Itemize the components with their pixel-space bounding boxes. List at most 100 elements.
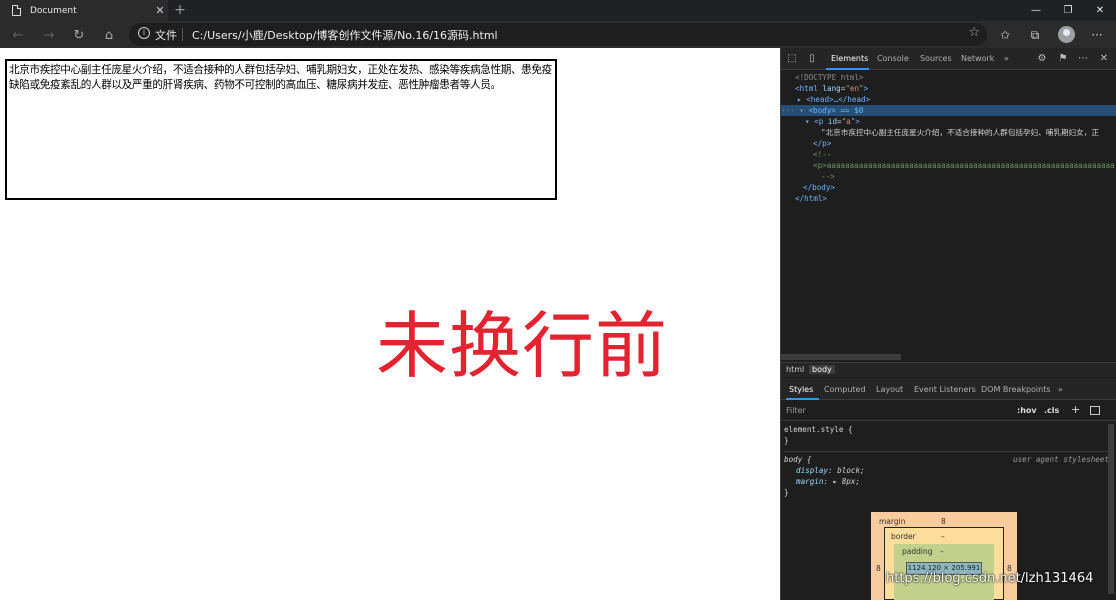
collections-icon[interactable]: ⧉ <box>1026 26 1044 44</box>
active-subtab-indicator <box>786 398 819 400</box>
dom-head-text: <head>…</head> <box>806 95 871 104</box>
display-value: block; <box>837 466 865 475</box>
element-style-selector: element.style { <box>784 425 853 434</box>
breadcrumb: html body <box>781 362 1116 377</box>
margin-label: margin <box>879 517 906 526</box>
watermark: https://blog.csdn.net/lzh131464 <box>886 571 1094 586</box>
close-window-button[interactable]: ✕ <box>1084 0 1116 21</box>
dom-html-close[interactable]: </html> <box>795 193 827 204</box>
dom-comment-close[interactable]: --> <box>821 171 835 182</box>
settings-gear-icon[interactable]: ⚙ <box>1036 53 1048 65</box>
margin-property: margin <box>796 477 824 486</box>
subtab-more[interactable]: » <box>1058 385 1063 394</box>
dom-html-attr: lang <box>822 84 841 93</box>
dom-doctype[interactable]: <!DOCTYPE html> <box>795 72 864 83</box>
address-url[interactable]: C:/Users/小鹿/Desktop/博客创作文件源/No.16/16源码.h… <box>192 27 498 43</box>
dom-html-attr-value: "en" <box>845 84 864 93</box>
body-style-rule[interactable]: body { user agent stylesheet display: bl… <box>784 451 1109 498</box>
subtab-dom-breakpoints[interactable]: DOM Breakpoints <box>981 385 1051 394</box>
cls-toggle[interactable]: .cls <box>1044 406 1059 415</box>
device-toolbar-icon[interactable]: ▯ <box>806 53 818 65</box>
breadcrumb-html[interactable]: html <box>786 365 804 374</box>
dom-comment-open[interactable]: <!-- <box>813 149 831 160</box>
home-icon[interactable]: ⌂ <box>100 26 118 44</box>
favorite-star-icon[interactable]: ☆ <box>968 25 980 40</box>
subtab-computed[interactable]: Computed <box>824 385 866 394</box>
address-scheme-label: 文件 <box>155 29 177 42</box>
address-divider <box>182 28 183 41</box>
tab-console[interactable]: Console <box>877 54 909 63</box>
address-bar[interactable]: i 文件 C:/Users/小鹿/Desktop/博客创作文件源/No.16/1… <box>129 23 987 46</box>
padding-label: padding <box>902 547 933 556</box>
element-style-rule[interactable]: element.style { } <box>784 424 1109 446</box>
dom-html-open[interactable]: <html lang="en"> <box>795 83 868 94</box>
info-icon[interactable]: i <box>138 27 150 39</box>
styles-subtabs: Styles Computed Layout Event Listeners D… <box>781 378 1116 400</box>
subtab-styles[interactable]: Styles <box>789 385 813 394</box>
margin-top-value: 8 <box>941 517 946 526</box>
new-tab-button[interactable]: + <box>172 1 188 19</box>
hov-toggle[interactable]: :hov <box>1017 406 1037 415</box>
tab-close-icon[interactable]: ✕ <box>152 4 168 17</box>
dom-p-tag: p <box>818 117 824 126</box>
dom-p-close[interactable]: </p> <box>813 138 831 149</box>
page-viewport: 北京市疾控中心副主任庞星火介绍，不适合接种的人群包括孕妇、哺乳期妇女，正处在发热… <box>0 48 780 600</box>
border-value: – <box>941 532 945 541</box>
rule-origin[interactable]: user agent stylesheet <box>1013 454 1109 465</box>
favorites-icon[interactable]: ✩ <box>996 26 1014 44</box>
tab-title: Document <box>30 5 77 16</box>
browser-toolbar: ← → ↻ ⌂ i 文件 C:/Users/小鹿/Desktop/博客创作文件源… <box>0 21 1116 48</box>
margin-left-value: 8 <box>876 564 881 573</box>
refresh-icon[interactable]: ↻ <box>70 26 88 44</box>
dom-horizontal-scrollbar[interactable] <box>781 354 901 360</box>
breadcrumb-body[interactable]: body <box>809 365 835 374</box>
margin-declaration[interactable]: margin: ▸ 8px; <box>784 476 1109 487</box>
devtools-more-icon[interactable]: ⋯ <box>1077 53 1089 65</box>
margin-value: ▸ 8px; <box>832 477 861 486</box>
tab-network[interactable]: Network <box>961 54 994 63</box>
element-style-close: } <box>784 436 789 445</box>
border-label: border <box>891 532 916 541</box>
styles-filter-input[interactable]: Filter <box>786 406 806 415</box>
dom-p-text[interactable]: "北京市疾控中心副主任庞星火介绍，不适合接种的人群包括孕妇、哺乳期妇女，正 <box>821 127 1099 138</box>
paragraph-box: 北京市疾控中心副主任庞星火介绍，不适合接种的人群包括孕妇、哺乳期妇女，正处在发热… <box>5 59 557 200</box>
back-icon[interactable]: ← <box>9 26 27 44</box>
padding-value: – <box>940 547 944 556</box>
styles-filter-row: Filter :hov .cls + <box>781 401 1116 421</box>
dom-html-tag: html <box>799 84 818 93</box>
tab-more[interactable]: » <box>1004 54 1009 63</box>
devtools-toolbar: ⬚ ▯ Elements Console Sources Network » ⚙… <box>781 48 1116 70</box>
box-model-diagram: margin 8 8 8 border – padding – 1124.120… <box>871 512 1017 600</box>
dom-body-close[interactable]: </body> <box>803 182 835 193</box>
title-bar: Document ✕ + — ❐ ✕ <box>0 0 1116 21</box>
dom-p-attr: id <box>827 117 838 126</box>
browser-tab[interactable]: Document ✕ <box>0 0 168 21</box>
annotation-label: 未换行前 <box>376 304 669 388</box>
body-rule-close: } <box>784 488 789 497</box>
dom-p-attr-value: "a" <box>841 117 856 126</box>
styles-vertical-scrollbar[interactable] <box>1108 424 1114 594</box>
restore-button[interactable]: ❐ <box>1052 0 1084 21</box>
dom-body-selected[interactable]: ··· ▾ <body> == $0 <box>781 105 1116 116</box>
active-tab-indicator <box>826 68 869 70</box>
forward-icon[interactable]: → <box>40 26 58 44</box>
inspect-icon[interactable]: ⬚ <box>786 53 798 65</box>
tab-elements[interactable]: Elements <box>831 54 868 63</box>
toggle-sidebar-icon[interactable] <box>1090 406 1100 415</box>
profile-avatar[interactable] <box>1058 26 1075 43</box>
document-icon <box>12 5 21 16</box>
dom-head[interactable]: ▸ <head>…</head> <box>797 94 870 105</box>
dom-comment-body[interactable]: <p>aaaaaaaaaaaaaaaaaaaaaaaaaaaaaaaaaaaaa… <box>813 160 1115 171</box>
new-rule-button[interactable]: + <box>1071 403 1080 416</box>
tab-sources[interactable]: Sources <box>920 54 952 63</box>
subtab-layout[interactable]: Layout <box>876 385 903 394</box>
window-controls: — ❐ ✕ <box>1020 0 1116 21</box>
feedback-icon[interactable]: ⚑ <box>1057 53 1069 65</box>
dom-p-open[interactable]: ▾ <p id="a"> <box>805 116 860 127</box>
subtab-event-listeners[interactable]: Event Listeners <box>914 385 976 394</box>
minimize-button[interactable]: — <box>1020 0 1052 21</box>
display-property: display <box>796 466 829 475</box>
devtools-close-icon[interactable]: ✕ <box>1098 53 1110 65</box>
display-declaration[interactable]: display: block; <box>784 465 1109 476</box>
more-icon[interactable]: ··· <box>1088 26 1106 44</box>
